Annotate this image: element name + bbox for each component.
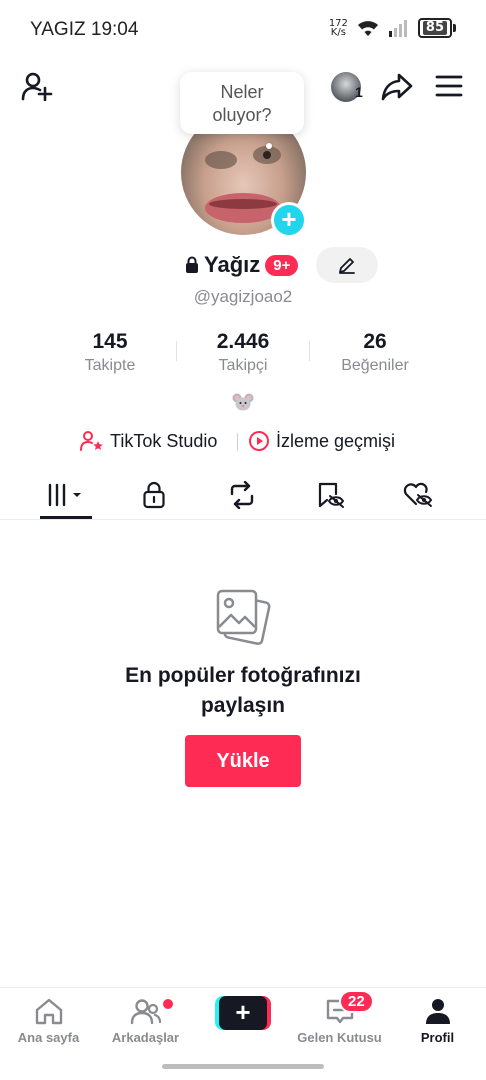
profile-handle: @yagizjoao2 <box>193 287 293 306</box>
upload-button[interactable]: Yükle <box>185 735 301 787</box>
nav-home[interactable]: Ana sayfa <box>0 996 97 1045</box>
notification-count: 1 <box>355 84 363 100</box>
create-button[interactable]: + <box>215 996 271 1030</box>
watch-history-label: İzleme geçmişi <box>276 430 396 451</box>
bio-emoji <box>232 392 254 412</box>
divider <box>237 433 238 451</box>
repost-icon <box>230 481 254 509</box>
nav-home-label: Ana sayfa <box>17 1030 80 1045</box>
stat-following-label: Takipte <box>84 357 136 374</box>
nav-inbox-label: Gelen Kutusu <box>297 1030 382 1045</box>
nav-inbox[interactable]: Gelen Kutusu 22 <box>291 990 388 1045</box>
home-icon <box>35 998 62 1025</box>
edit-profile-button[interactable] <box>316 247 378 283</box>
add-friend-icon[interactable] <box>20 70 54 102</box>
stat-following-value: 145 <box>92 330 128 353</box>
bubble-dot <box>266 143 272 149</box>
stat-following[interactable]: 145 Takipte <box>45 330 175 375</box>
tiktok-studio-label: TikTok Studio <box>110 430 218 451</box>
share-icon[interactable] <box>380 70 414 102</box>
battery-level: 85 <box>422 21 447 35</box>
tab-liked[interactable] <box>386 472 450 518</box>
play-circle-icon <box>249 431 269 451</box>
bubble-line2: oluyor? <box>212 105 272 125</box>
account-switch-avatar[interactable]: 1 <box>328 70 364 104</box>
plus-icon: + <box>219 996 267 1030</box>
profile-name: Yağız 9+ <box>185 252 299 278</box>
active-tab-indicator <box>40 516 92 519</box>
profile-name-text: Yağız <box>204 252 261 277</box>
grid-icon <box>48 483 81 507</box>
network-speed: 172 K/s <box>329 19 348 38</box>
bookmark-eye-icon <box>318 482 345 508</box>
network-speed-unit: K/s <box>330 27 346 38</box>
heart-eye-icon <box>403 482 433 507</box>
stat-likes-value: 26 <box>363 330 387 353</box>
tiktok-studio-link[interactable]: TikTok Studio <box>80 430 217 452</box>
name-badge[interactable]: 9+ <box>265 254 299 276</box>
pencil-icon <box>339 258 355 274</box>
watch-history-link[interactable]: İzleme geçmişi <box>248 430 395 452</box>
profile-icon <box>425 999 450 1024</box>
nav-profile[interactable]: Profil <box>389 996 486 1045</box>
stat-likes[interactable]: 26 Beğeniler <box>310 330 440 375</box>
tab-favorites[interactable] <box>298 472 362 518</box>
tab-private[interactable] <box>122 472 186 518</box>
name-row: Yağız 9+ <box>0 247 486 283</box>
lock-icon <box>143 481 165 509</box>
nav-profile-label: Profil <box>420 1030 455 1045</box>
lock-icon <box>186 256 198 273</box>
stat-followers[interactable]: 2.446 Takipçi <box>178 330 308 375</box>
stat-followers-value: 2.446 <box>216 330 270 353</box>
stat-likes-label: Beğeniler <box>341 357 409 374</box>
bubble-line1: Neler <box>220 82 264 102</box>
carrier-time: YAGIZ 19:04 <box>30 19 139 40</box>
nav-friends-label: Arkadaşlar <box>111 1030 180 1045</box>
tab-videos[interactable] <box>34 472 98 518</box>
empty-title-line2: paylaşın <box>200 694 286 717</box>
status-bar: YAGIZ 19:04 172 K/s 85 <box>0 0 486 60</box>
divider <box>176 341 177 361</box>
home-indicator[interactable] <box>162 1064 324 1069</box>
empty-state-title: En popüler fotoğrafınızı paylaşın <box>0 661 486 721</box>
wifi-icon <box>357 21 378 36</box>
studio-icon <box>80 431 103 451</box>
stat-followers-label: Takipçi <box>218 357 268 374</box>
menu-icon[interactable] <box>434 72 464 100</box>
status-bubble[interactable]: Neler oluyor? <box>180 72 304 134</box>
tab-reposts[interactable] <box>210 472 274 518</box>
content-tabs <box>0 472 486 520</box>
nav-friends[interactable]: Arkadaşlar <box>97 996 194 1045</box>
add-avatar-button[interactable]: + <box>271 202 307 238</box>
mouse-icon <box>232 393 254 411</box>
friends-notification-dot <box>163 999 173 1009</box>
stats-row: 145 Takipte 2.446 Takipçi 26 Beğeniler <box>0 330 486 380</box>
battery-icon: 85 <box>417 18 456 38</box>
inbox-badge: 22 <box>339 990 374 1013</box>
photos-icon <box>212 585 274 647</box>
signal-icon <box>388 20 407 37</box>
empty-title-line1: En popüler fotoğrafınızı <box>125 664 361 687</box>
status-icons: 172 K/s 85 <box>329 18 456 38</box>
profile-links: TikTok Studio İzleme geçmişi <box>0 430 486 456</box>
friends-icon <box>130 999 161 1025</box>
